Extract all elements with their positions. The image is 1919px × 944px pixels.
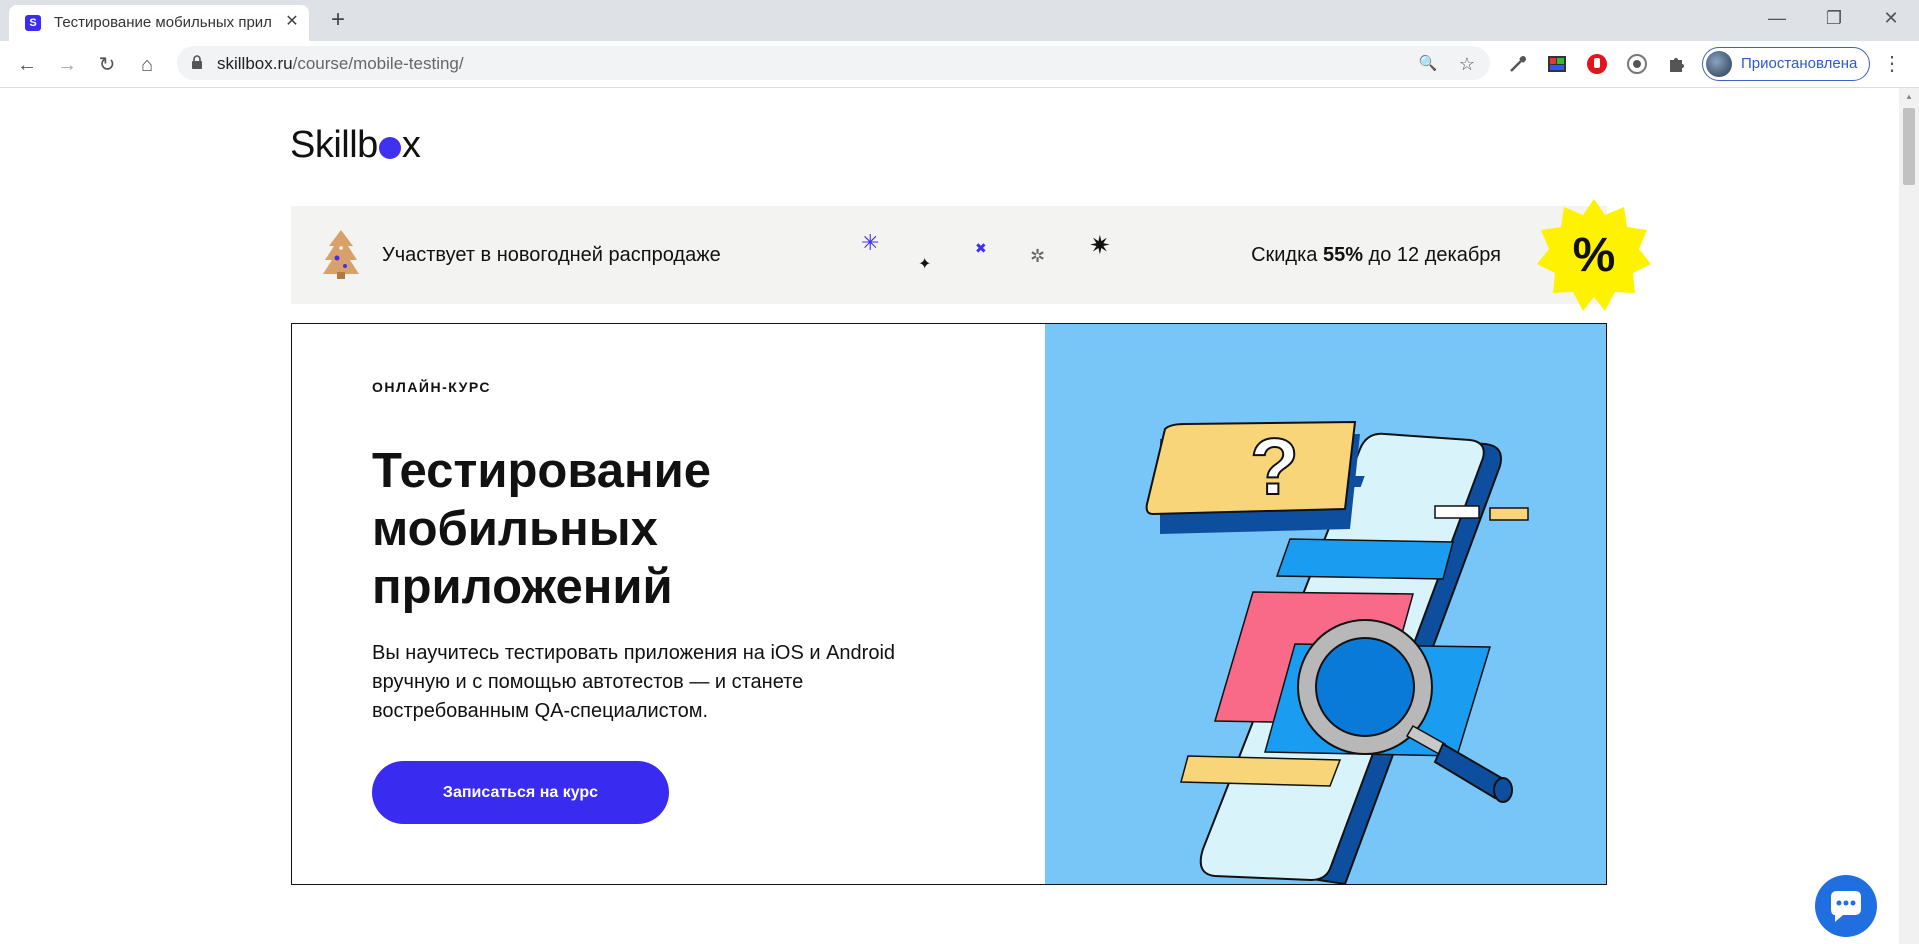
- window-close-button[interactable]: ✕: [1874, 6, 1908, 30]
- color-picker-icon[interactable]: [1545, 52, 1569, 76]
- scroll-up-icon[interactable]: ▲: [1899, 88, 1919, 106]
- profile-status: Приостановлена: [1741, 55, 1858, 72]
- browser-tab[interactable]: S Тестирование мобильных прил ✕: [9, 5, 309, 41]
- back-button[interactable]: ←: [14, 52, 40, 78]
- chat-button[interactable]: [1815, 875, 1877, 937]
- sparkle-icon: ✳: [861, 230, 880, 255]
- enroll-button[interactable]: Записаться на курс: [372, 761, 669, 824]
- sparkle-icon: ✷: [1089, 230, 1111, 260]
- page-title: Тестирование мобильных приложений: [372, 444, 712, 614]
- lock-icon[interactable]: [190, 55, 204, 69]
- logo-suffix: x: [401, 124, 421, 166]
- restore-button[interactable]: ❐: [1817, 6, 1851, 30]
- browser-tabbar: S Тестирование мобильных прил ✕ + — ❐ ✕: [0, 0, 1919, 41]
- discount-suffix: до 12 декабря: [1363, 244, 1501, 266]
- puzzle-icon[interactable]: [1665, 52, 1689, 76]
- tab-close-icon[interactable]: ✕: [283, 13, 301, 31]
- url-domain: skillbox.ru: [217, 54, 293, 73]
- url-path: /course/mobile-testing/: [292, 54, 464, 73]
- tab-title: Тестирование мобильных прил: [54, 14, 272, 31]
- speech-icon[interactable]: [1625, 52, 1649, 76]
- logo-prefix: Skillb: [290, 124, 378, 166]
- phone-magnifier-illustration: ?: [1145, 420, 1529, 886]
- profile-button[interactable]: Приостановлена: [1702, 47, 1870, 81]
- reload-button[interactable]: ↻: [94, 52, 120, 78]
- course-kicker: ОНЛАЙН-КУРС: [372, 379, 491, 395]
- course-description: Вы научитесь тестировать приложения на i…: [372, 642, 896, 722]
- promo-text: Участвует в новогодней распродаже: [382, 244, 721, 266]
- percent-badge-icon: %: [1537, 199, 1651, 311]
- browser-menu-icon[interactable]: ⋮: [1882, 52, 1902, 76]
- percent-badge-label: %: [1573, 229, 1616, 282]
- skillbox-logo[interactable]: Skillb x: [290, 124, 421, 167]
- hero-illustration: ?: [1045, 324, 1606, 886]
- avatar: [1706, 51, 1732, 77]
- eyedropper-icon[interactable]: [1506, 52, 1530, 76]
- scroll-thumb[interactable]: [1903, 108, 1915, 185]
- sparkle-icon: ✦: [918, 256, 932, 273]
- address-bar[interactable]: skillbox.ru/course/mobile-testing/ 🔍 ☆: [177, 46, 1490, 80]
- zoom-icon[interactable]: 🔍: [1417, 53, 1439, 75]
- minimize-button[interactable]: —: [1760, 6, 1794, 30]
- promo-banner[interactable]: Участвует в новогодней распродаже ✳ ✦ ✖ …: [291, 206, 1607, 304]
- page-scrollbar[interactable]: ▲: [1899, 88, 1919, 944]
- url-text[interactable]: skillbox.ru/course/mobile-testing/: [217, 54, 464, 74]
- browser-toolbar: ← → ↻ ⌂ skillbox.ru/course/mobile-testin…: [0, 41, 1919, 88]
- hero-card: ОНЛАЙН-КУРС Тестирование мобильных прило…: [291, 323, 1607, 886]
- sparkle-icon: ✲: [1030, 246, 1046, 266]
- adblock-icon[interactable]: [1585, 52, 1609, 76]
- sparkle-icon: ✖: [975, 240, 987, 256]
- svg-text:?: ?: [1250, 422, 1299, 511]
- promo-discount: Скидка 55% до 12 декабря: [1251, 244, 1501, 267]
- chat-icon: [1831, 891, 1861, 922]
- discount-prefix: Скидка: [1251, 244, 1323, 266]
- forward-button[interactable]: →: [54, 52, 80, 78]
- skillbox-favicon-icon: S: [25, 15, 41, 31]
- bookmark-star-icon[interactable]: ☆: [1456, 53, 1478, 75]
- gingerbread-tree-icon: [323, 230, 359, 279]
- home-button[interactable]: ⌂: [134, 52, 160, 78]
- new-tab-button[interactable]: +: [326, 8, 350, 32]
- discount-value: 55%: [1322, 244, 1363, 266]
- ornament-icon: [378, 137, 401, 159]
